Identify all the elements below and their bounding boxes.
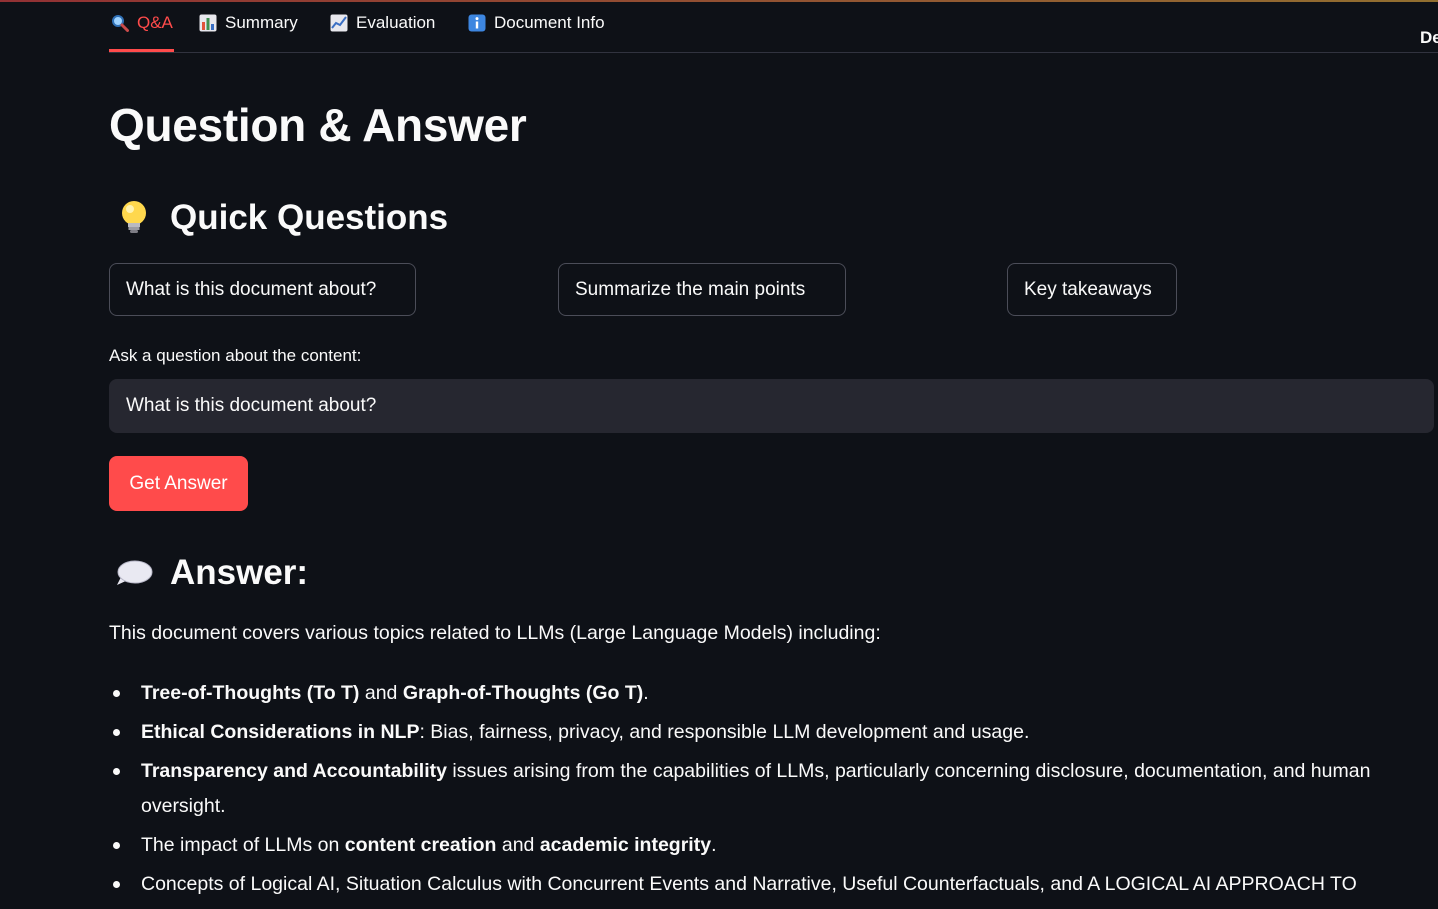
- answer-title: Answer:: [170, 553, 309, 592]
- tab-summary[interactable]: Summary: [199, 10, 298, 36]
- bold-term: Tree-of-Thoughts (To T): [141, 682, 360, 704]
- get-answer-button[interactable]: Get Answer: [109, 456, 248, 511]
- bold-term: Transparency and Accountability: [141, 760, 447, 782]
- list-item: Concepts of Logical AI, Situation Calcul…: [109, 867, 1438, 902]
- item-text: and: [496, 834, 540, 856]
- active-tab-indicator: [109, 49, 174, 52]
- item-text: .: [711, 834, 717, 856]
- question-label: Ask a question about the content:: [109, 346, 362, 365]
- tab-evaluation[interactable]: Evaluation: [330, 10, 435, 36]
- page-title: Question & Answer: [109, 99, 527, 151]
- list-item: Ethical Considerations in NLP: Bias, fai…: [109, 715, 1438, 750]
- deploy-button[interactable]: Deploy: [1420, 28, 1438, 48]
- quick-question-takeaways-button[interactable]: Key takeaways: [1007, 263, 1177, 316]
- quick-question-about-button[interactable]: What is this document about?: [109, 263, 416, 316]
- lightbulb-icon: [115, 198, 153, 238]
- line-chart-icon: [330, 14, 348, 32]
- list-item: Tree-of-Thoughts (To T) and Graph-of-Tho…: [109, 676, 1438, 711]
- bar-chart-icon: [199, 14, 217, 32]
- quick-questions-heading: Quick Questions: [115, 196, 448, 240]
- tab-label: Evaluation: [356, 13, 436, 32]
- list-item: Transparency and Accountability issues a…: [109, 754, 1438, 824]
- answer-intro: This document covers various topics rela…: [109, 622, 881, 644]
- quick-questions-title: Quick Questions: [170, 198, 449, 237]
- answer-list: Tree-of-Thoughts (To T) and Graph-of-Tho…: [109, 676, 1438, 906]
- bold-term: Ethical Considerations in NLP: [141, 721, 420, 743]
- tab-bar: Q&A Summary Evaluation Document Info: [109, 0, 1438, 53]
- tab-label: Document Info: [494, 13, 605, 32]
- speech-bubble-icon: [115, 553, 153, 593]
- item-text: and: [359, 682, 403, 704]
- info-icon: [468, 14, 486, 32]
- item-text: The impact of LLMs on: [141, 834, 345, 856]
- item-text: Concepts of Logical AI, Situation Calcul…: [141, 873, 1357, 895]
- bold-term: academic integrity: [539, 834, 712, 856]
- tab-qa[interactable]: Q&A: [111, 10, 173, 36]
- item-text: .: [643, 682, 649, 704]
- magnifier-icon: [111, 14, 129, 32]
- item-text: : Bias, fairness, privacy, and responsib…: [419, 721, 1030, 743]
- bold-term: content creation: [344, 834, 497, 856]
- question-input[interactable]: [109, 379, 1434, 433]
- tab-document-info[interactable]: Document Info: [468, 10, 605, 36]
- quick-question-summarize-button[interactable]: Summarize the main points: [558, 263, 846, 316]
- bold-term: Graph-of-Thoughts (Go T): [402, 682, 644, 704]
- tab-label: Summary: [225, 13, 298, 32]
- answer-heading: Answer:: [115, 551, 308, 595]
- tab-label: Q&A: [137, 13, 173, 32]
- list-item: The impact of LLMs on content creation a…: [109, 828, 1438, 863]
